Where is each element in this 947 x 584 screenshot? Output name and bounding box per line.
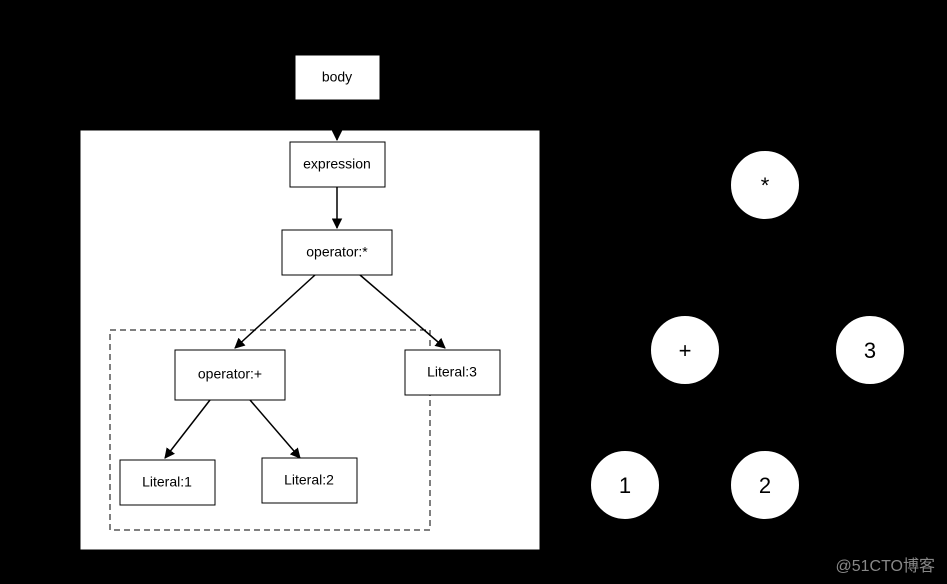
- edge-add-1: [640, 382, 670, 450]
- node-lit2-label: Literal:2: [284, 472, 334, 488]
- circle-mul-label: *: [761, 173, 770, 198]
- node-lit3-label: Literal:3: [427, 364, 477, 380]
- node-op-add-label: operator:+: [198, 366, 262, 382]
- node-expression-label: expression: [303, 156, 371, 172]
- diagram-canvas: body expression operator:* operator:+ Li…: [0, 0, 947, 584]
- edge-mul-add: [700, 215, 745, 315]
- node-lit1-label: Literal:1: [142, 474, 192, 490]
- circle-2-label: 2: [759, 473, 771, 498]
- edge-add-2: [702, 382, 750, 450]
- circle-1-label: 1: [619, 473, 631, 498]
- node-op-mul-label: operator:*: [306, 244, 368, 260]
- watermark: @51CTO博客: [835, 552, 935, 576]
- circle-3-label: 3: [864, 338, 876, 363]
- circle-add-label: +: [679, 338, 692, 363]
- edge-mul-3: [790, 210, 855, 315]
- node-body-label: body: [322, 69, 352, 85]
